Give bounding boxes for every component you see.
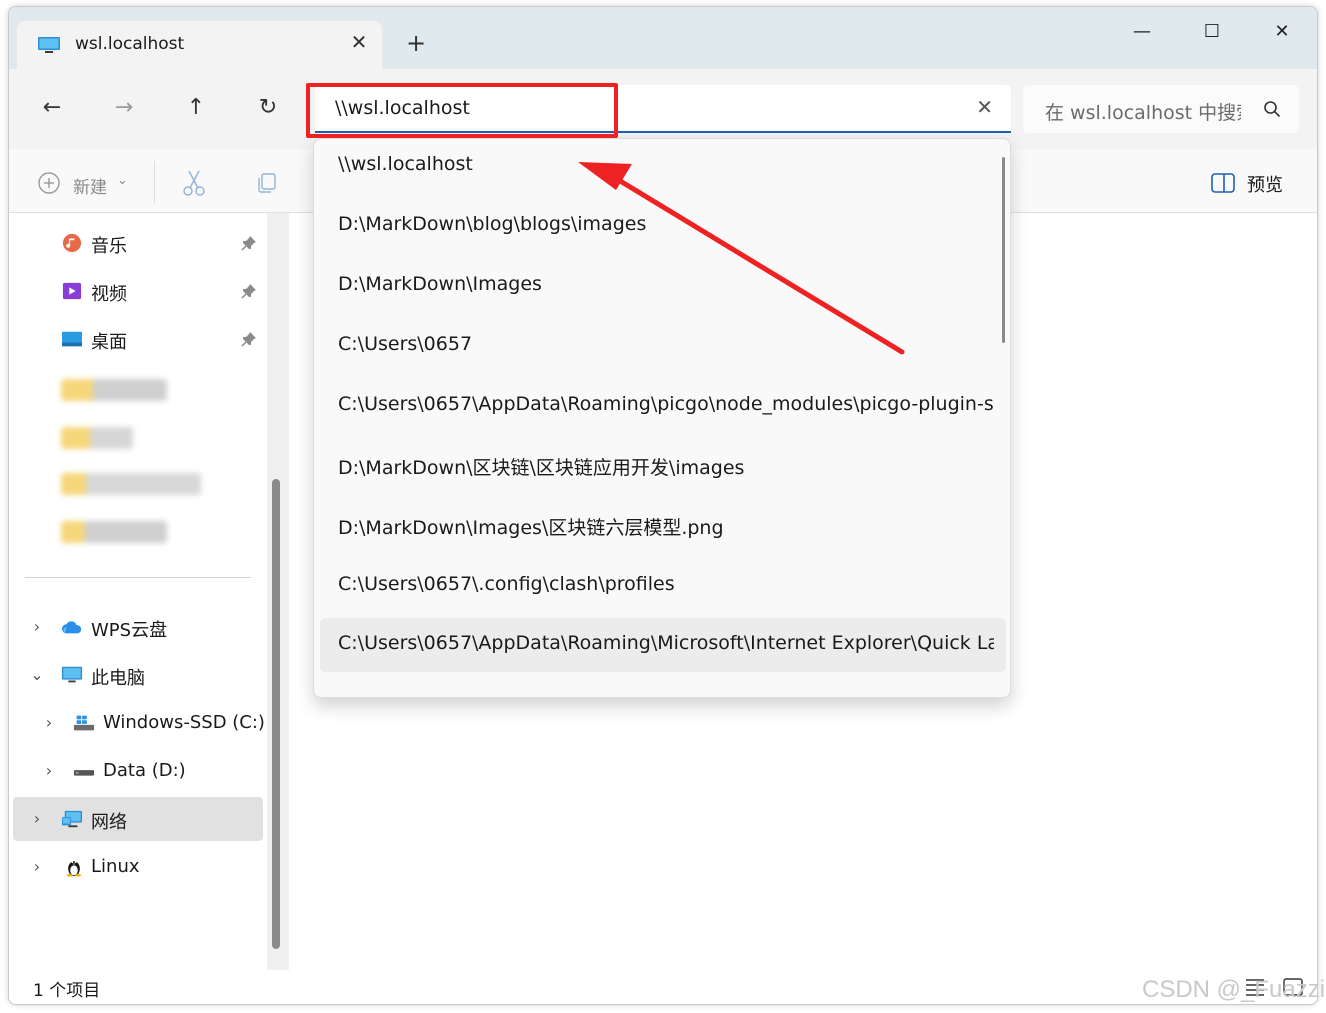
- blurred-folder-item[interactable]: [61, 427, 133, 449]
- cloud-icon: [61, 621, 82, 634]
- chevron-down-icon[interactable]: ⌄: [29, 665, 45, 685]
- new-tab-icon[interactable]: +: [405, 31, 427, 55]
- preview-pane-icon: [1211, 173, 1235, 193]
- suggestion-text: C:\Users\0657\.config\clash\profiles: [338, 573, 675, 595]
- new-button-label: 新建: [73, 178, 107, 198]
- sidebar-divider: [25, 577, 251, 578]
- sidebar-item-linux[interactable]: › Linux: [13, 845, 263, 889]
- sidebar-item-video[interactable]: 视频: [13, 269, 263, 313]
- sidebar-item-label: 网络: [91, 812, 127, 833]
- annotation-highlight-box: [306, 83, 618, 138]
- chevron-right-icon[interactable]: ›: [41, 761, 57, 781]
- suggestion-text: C:\Users\0657\AppData\Roaming\Microsoft\…: [338, 632, 994, 654]
- pin-icon[interactable]: [241, 283, 257, 299]
- sidebar-item-label: Linux: [91, 856, 140, 877]
- close-window-icon[interactable]: ✕: [1267, 21, 1297, 43]
- sidebar-scrollbar-thumb[interactable]: [272, 479, 280, 949]
- sidebar-item-label: 桌面: [91, 332, 127, 353]
- maximize-icon[interactable]: ☐: [1197, 21, 1227, 43]
- blurred-folder-item[interactable]: [61, 379, 167, 401]
- preview-label: 预览: [1247, 175, 1283, 196]
- monitor-icon: [38, 37, 60, 53]
- search-icon[interactable]: [1263, 100, 1281, 118]
- minimize-icon[interactable]: —: [1127, 21, 1157, 43]
- annotation-arrow: [578, 162, 905, 355]
- suggestion-text: D:\MarkDown\Images\区块链六层模型.png: [338, 517, 724, 539]
- sidebar-item-label: 音乐: [91, 236, 127, 257]
- navigation-bar: ← → ↑ ↻ \\wsl.localhost ✕ 在 wsl.localhos…: [9, 69, 1317, 149]
- sidebar-item-label: WPS云盘: [91, 620, 168, 641]
- pin-icon[interactable]: [241, 235, 257, 251]
- pc-icon: [61, 666, 83, 683]
- title-bar: wsl.localhost ✕ + — ☐ ✕: [9, 7, 1317, 69]
- chevron-right-icon[interactable]: ›: [29, 809, 45, 829]
- sidebar-item-desktop[interactable]: 桌面: [13, 317, 263, 361]
- pin-icon[interactable]: [241, 331, 257, 347]
- drive-c-icon: [73, 715, 95, 731]
- desktop-icon: [62, 331, 82, 347]
- tab-wsl-localhost[interactable]: wsl.localhost ✕: [17, 21, 382, 69]
- blurred-folder-item[interactable]: [61, 473, 201, 495]
- suggestion-text: D:\MarkDown\区块链\区块链应用开发\images: [338, 457, 745, 479]
- suggestions-scrollbar[interactable]: [1002, 157, 1005, 343]
- sidebar-item-network[interactable]: › 网络: [13, 797, 263, 841]
- plus-circle-icon: [38, 172, 60, 194]
- search-box[interactable]: 在 wsl.localhost 中搜索: [1023, 85, 1299, 133]
- sidebar-item-label: 视频: [91, 284, 127, 305]
- suggestion-text: C:\Users\0657\AppData\Roaming\picgo\node…: [338, 393, 994, 415]
- blurred-folder-item[interactable]: [61, 521, 167, 543]
- sidebar-item-drive-c[interactable]: › Windows-SSD (C:): [13, 701, 265, 745]
- chevron-right-icon[interactable]: ›: [29, 617, 45, 637]
- video-icon: [62, 282, 82, 300]
- item-count: 1 个项目: [33, 981, 101, 1001]
- forward-arrow-icon[interactable]: →: [109, 93, 139, 123]
- linux-icon: [66, 861, 82, 877]
- copy-icon[interactable]: [255, 171, 279, 195]
- music-icon: [62, 233, 82, 253]
- sidebar-item-drive-d[interactable]: › Data (D:): [13, 749, 263, 793]
- chevron-right-icon[interactable]: ›: [29, 857, 45, 877]
- sidebar-item-music[interactable]: 音乐: [13, 221, 263, 265]
- navigation-pane: 音乐 视频 桌面 › WPS云盘 ⌄ 此电脑 › Windows-SSD (C:…: [9, 213, 289, 970]
- back-arrow-icon[interactable]: ←: [37, 93, 67, 123]
- suggestion-item[interactable]: C:\Users\0657\AppData\Roaming\Microsoft\…: [320, 618, 1006, 672]
- suggestion-item[interactable]: C:\Users\0657\.config\clash\profiles: [320, 559, 1006, 613]
- command-divider: [154, 161, 155, 203]
- network-icon: [62, 810, 82, 828]
- suggestion-item[interactable]: D:\MarkDown\区块链\区块链应用开发\images: [320, 439, 1006, 493]
- search-input[interactable]: 在 wsl.localhost 中搜索: [1045, 98, 1241, 125]
- suggestion-item[interactable]: D:\MarkDown\Images\区块链六层模型.png: [320, 499, 1006, 553]
- sidebar-item-label: 此电脑: [91, 668, 145, 689]
- sidebar-item-label: Data (D:): [103, 760, 186, 781]
- cut-icon[interactable]: [181, 169, 207, 197]
- chevron-right-icon[interactable]: ›: [41, 713, 57, 733]
- sidebar-item-this-pc[interactable]: ⌄ 此电脑: [13, 653, 263, 697]
- drive-d-icon: [73, 770, 95, 776]
- chevron-down-icon: ⌄: [117, 173, 128, 188]
- up-arrow-icon[interactable]: ↑: [181, 93, 211, 123]
- sidebar-item-label: Windows-SSD (C:): [103, 712, 265, 733]
- tab-close-icon[interactable]: ✕: [349, 32, 369, 52]
- status-bar: 1 个项目: [9, 970, 1317, 1004]
- clear-address-icon[interactable]: ✕: [976, 95, 993, 119]
- tab-title: wsl.localhost: [75, 34, 185, 54]
- watermark: CSDN @_Fuazzi: [1142, 976, 1326, 1003]
- suggestion-item[interactable]: C:\Users\0657\AppData\Roaming\picgo\node…: [320, 379, 1006, 433]
- refresh-icon[interactable]: ↻: [253, 93, 283, 123]
- sidebar-item-wps-cloud[interactable]: › WPS云盘: [13, 605, 263, 649]
